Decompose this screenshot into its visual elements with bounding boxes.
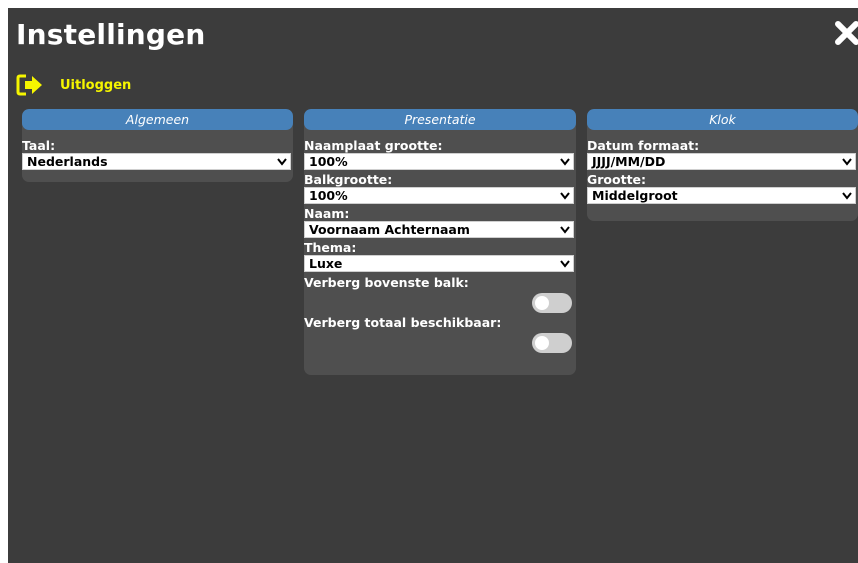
thema-select[interactable]: Luxe: [304, 255, 574, 272]
balk-label: Balkgrootte:: [304, 172, 393, 187]
verberg-totaal-toggle[interactable]: [532, 333, 572, 353]
chevron-down-icon: [560, 260, 570, 268]
chevron-down-icon: [842, 158, 852, 166]
grootte-select[interactable]: Middelgroot: [587, 187, 856, 204]
verberg-totaal-label: Verberg totaal beschikbaar:: [304, 315, 502, 330]
naamplaat-select[interactable]: 100%: [304, 153, 574, 170]
balk-select[interactable]: 100%: [304, 187, 574, 204]
panel-klok: Klok Datum formaat: JJJJ/MM/DD Grootte: …: [587, 109, 858, 221]
settings-window: Instellingen Uitloggen Algemeen Taal: Ne…: [8, 8, 858, 563]
page-title: Instellingen: [16, 18, 206, 51]
balk-value: 100%: [309, 188, 348, 203]
close-button[interactable]: [834, 18, 858, 48]
thema-label: Thema:: [304, 240, 357, 255]
grootte-label: Grootte:: [587, 172, 647, 187]
datum-value: JJJJ/MM/DD: [592, 154, 666, 169]
panel-header-algemeen: Algemeen: [22, 109, 293, 130]
datum-label: Datum formaat:: [587, 138, 700, 153]
panel-algemeen: Algemeen Taal: Nederlands: [22, 109, 293, 182]
chevron-down-icon: [277, 158, 287, 166]
datum-select[interactable]: JJJJ/MM/DD: [587, 153, 856, 170]
chevron-down-icon: [560, 192, 570, 200]
taal-value: Nederlands: [27, 154, 108, 169]
toggle-knob: [535, 296, 549, 310]
verberg-balk-toggle[interactable]: [532, 293, 572, 313]
taal-select[interactable]: Nederlands: [22, 153, 291, 170]
panel-presentatie: Presentatie Naamplaat grootte: 100% Balk…: [304, 109, 576, 375]
logout-arrow-icon: [16, 74, 42, 96]
close-icon: [835, 21, 858, 45]
panel-header-presentatie: Presentatie: [304, 109, 576, 130]
chevron-down-icon: [560, 226, 570, 234]
naamplaat-value: 100%: [309, 154, 348, 169]
chevron-down-icon: [560, 158, 570, 166]
chevron-down-icon: [842, 192, 852, 200]
grootte-value: Middelgroot: [592, 188, 678, 203]
naamplaat-label: Naamplaat grootte:: [304, 138, 443, 153]
naam-select[interactable]: Voornaam Achternaam: [304, 221, 574, 238]
naam-label: Naam:: [304, 206, 350, 221]
thema-value: Luxe: [309, 256, 343, 271]
toggle-knob: [535, 336, 549, 350]
naam-value: Voornaam Achternaam: [309, 222, 470, 237]
panel-header-klok: Klok: [587, 109, 858, 130]
logout-label: Uitloggen: [60, 77, 132, 93]
verberg-balk-label: Verberg bovenste balk:: [304, 275, 469, 290]
logout-link[interactable]: Uitloggen: [16, 74, 131, 96]
taal-label: Taal:: [22, 138, 56, 153]
